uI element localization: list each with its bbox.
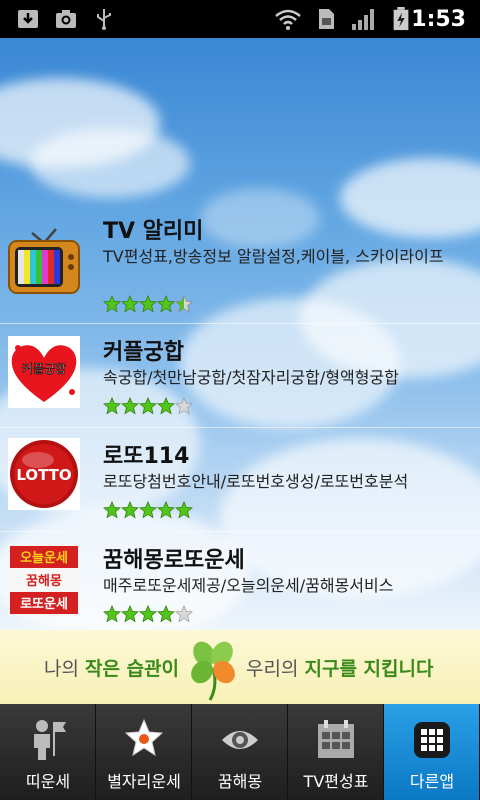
lotto-icon: LOTTO bbox=[8, 438, 80, 510]
couple-heart-icon: 커플궁합 bbox=[8, 336, 80, 408]
rating-stars bbox=[103, 295, 193, 313]
camera-icon bbox=[56, 10, 76, 28]
star-full-icon bbox=[103, 501, 121, 519]
battery-charging-icon bbox=[393, 7, 409, 31]
tab-label: 띠운세 bbox=[25, 772, 71, 791]
star-full-icon bbox=[121, 397, 139, 415]
star-empty-icon bbox=[175, 397, 193, 415]
app-name: 꿈해몽로또운세 bbox=[103, 548, 245, 573]
banner-text-left: 나의 작은 습관이 bbox=[44, 658, 180, 680]
star-full-icon bbox=[103, 397, 121, 415]
app-desc: TV편성표,방송정보 알람설정,케이블, 스카이라이프 bbox=[103, 247, 444, 266]
banner-text-right: 우리의 지구를 지킵니다 bbox=[246, 658, 434, 680]
app-item-dream-lotto[interactable]: 오늘운세 꿈해몽 로또운세 꿈해몽로또운세 매주로또운세제공/오늘의운세/꿈해몽… bbox=[0, 531, 480, 635]
tab-tv-schedule[interactable]: TV편성표 bbox=[288, 704, 384, 800]
tab-other-apps[interactable]: 다른앱 bbox=[384, 704, 480, 800]
status-bar: 1:53 bbox=[0, 0, 480, 38]
star-full-icon bbox=[139, 605, 157, 623]
sim-icon bbox=[319, 9, 334, 29]
app-list: TV 알리미 TV편성표,방송정보 알람설정,케이블, 스카이라이프 커플궁합 … bbox=[0, 203, 480, 635]
tab-zodiac[interactable]: 띠운세 bbox=[0, 704, 96, 800]
tab-label: 꿈해몽 bbox=[217, 772, 263, 791]
rating-stars bbox=[103, 605, 193, 623]
star-full-icon bbox=[103, 295, 121, 313]
app-name: 로또114 bbox=[103, 444, 190, 469]
couple-icon-text: 커플궁합 bbox=[22, 362, 66, 376]
tv-icon bbox=[8, 228, 80, 294]
star-full-icon bbox=[139, 295, 157, 313]
star-full-icon bbox=[103, 605, 121, 623]
dream-icon-line3: 로또운세 bbox=[20, 597, 68, 612]
app-name: TV 알리미 bbox=[103, 219, 204, 244]
star-full-icon bbox=[175, 501, 193, 519]
star-full-icon bbox=[139, 501, 157, 519]
app-item-lotto114[interactable]: LOTTO 로또114 로또당첨번호안내/로또번호생성/로또번호분석 bbox=[0, 427, 480, 531]
wifi-icon bbox=[275, 9, 301, 30]
star-full-icon bbox=[157, 605, 175, 623]
app-desc: 속궁합/첫만남궁합/첫잠자리궁합/형액형궁합 bbox=[103, 368, 399, 387]
app-name: 커플궁합 bbox=[103, 340, 184, 365]
app-desc: 매주로또운세제공/오늘의운세/꿈해몽서비스 bbox=[103, 576, 394, 595]
eco-banner[interactable]: 나의 작은 습관이 우리의 지구를 지킵니다 bbox=[0, 630, 480, 704]
star-full-icon bbox=[139, 397, 157, 415]
clover-icon bbox=[191, 641, 235, 701]
tab-label: 별자리운세 bbox=[107, 772, 181, 791]
star-icon bbox=[124, 718, 164, 757]
eye-icon bbox=[222, 731, 258, 749]
status-time: 1:53 bbox=[411, 7, 466, 32]
signal-icon bbox=[352, 9, 374, 30]
usb-icon bbox=[97, 9, 111, 30]
rating-stars bbox=[103, 397, 193, 415]
dream-icon-line1: 오늘운세 bbox=[20, 551, 68, 566]
lotto-icon-text: LOTTO bbox=[16, 466, 71, 484]
dream-lotto-icon: 오늘운세 꿈해몽 로또운세 bbox=[8, 544, 80, 616]
app-desc: 로또당첨번호안내/로또번호생성/로또번호분석 bbox=[103, 472, 409, 491]
bottom-tab-bar: 띠운세 별자리운세 꿈해몽 TV편성표 다른앱 bbox=[0, 704, 480, 800]
star-full-icon bbox=[121, 295, 139, 313]
dream-icon-line2: 꿈해몽 bbox=[26, 573, 62, 589]
star-full-icon bbox=[121, 501, 139, 519]
download-icon bbox=[18, 10, 38, 28]
zodiac-person-icon bbox=[34, 720, 66, 760]
tab-horoscope[interactable]: 별자리운세 bbox=[96, 704, 192, 800]
star-full-icon bbox=[157, 295, 175, 313]
calendar-icon bbox=[318, 720, 354, 758]
app-item-tv-alimi[interactable]: TV 알리미 TV편성표,방송정보 알람설정,케이블, 스카이라이프 bbox=[0, 203, 480, 323]
app-item-couple[interactable]: 커플궁합 커플궁합 속궁합/첫만남궁합/첫잠자리궁합/형액형궁합 bbox=[0, 323, 480, 427]
star-full-icon bbox=[121, 605, 139, 623]
tab-label: TV편성표 bbox=[303, 772, 369, 791]
star-full-icon bbox=[157, 397, 175, 415]
tab-label: 다른앱 bbox=[409, 772, 455, 791]
star-half-icon bbox=[175, 295, 193, 313]
rating-stars bbox=[103, 501, 193, 519]
tab-dream[interactable]: 꿈해몽 bbox=[192, 704, 288, 800]
grid-icon bbox=[414, 722, 450, 758]
star-empty-icon bbox=[175, 605, 193, 623]
star-full-icon bbox=[157, 501, 175, 519]
